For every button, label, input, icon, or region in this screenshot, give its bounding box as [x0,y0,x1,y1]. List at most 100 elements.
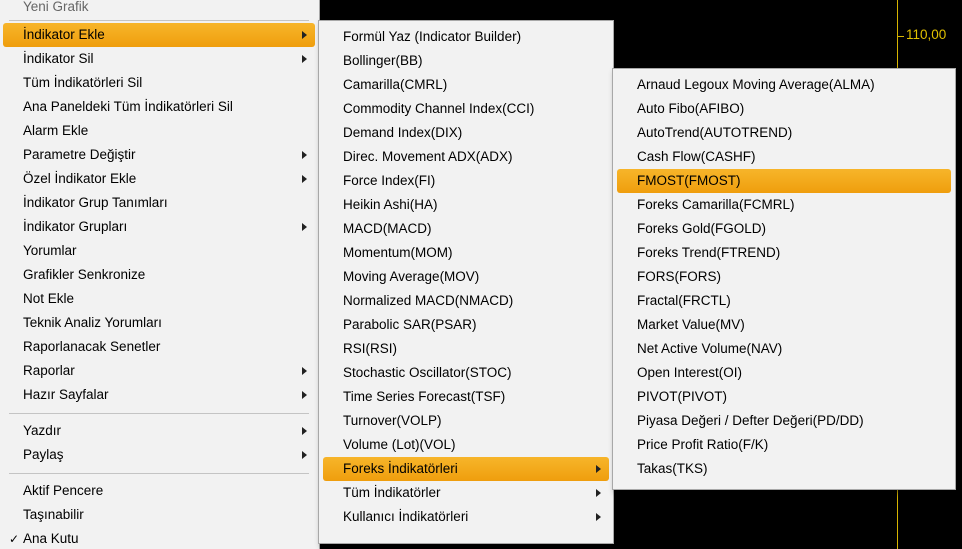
menu-item-foreks-camarilla[interactable]: Foreks Camarilla(FCMRL) [617,193,951,217]
menu-item-pd-dd[interactable]: Piyasa Değeri / Defter Değeri(PD/DD) [617,409,951,433]
menu-item-pivot[interactable]: PIVOT(PIVOT) [617,385,951,409]
menu-item-volume[interactable]: Volume (Lot)(VOL) [323,433,609,457]
menu-item-reports[interactable]: Raporlar [3,359,315,383]
menu-item-label: Force Index(FI) [343,173,436,188]
menu-item-label: Time Series Forecast(TSF) [343,389,506,404]
check-icon: ✓ [9,532,20,546]
menu-item-all-indicators[interactable]: Tüm İndikatörler [323,481,609,505]
foreks-indicators-submenu: Arnaud Legoux Moving Average(ALMA) Auto … [612,68,956,490]
menu-item-parabolic-sar[interactable]: Parabolic SAR(PSAR) [323,313,609,337]
menu-item-remove-main-panel-indicators[interactable]: Ana Paneldeki Tüm İndikatörleri Sil [3,95,315,119]
submenu-arrow-icon [302,223,307,231]
menu-item-fors[interactable]: FORS(FORS) [617,265,951,289]
menu-item-label: Stochastic Oscillator(STOC) [343,365,512,380]
menu-item-momentum[interactable]: Momentum(MOM) [323,241,609,265]
menu-item-camarilla[interactable]: Camarilla(CMRL) [323,73,609,97]
menu-item-technical-analysis-comments[interactable]: Teknik Analiz Yorumları [3,311,315,335]
menu-item-net-active-volume[interactable]: Net Active Volume(NAV) [617,337,951,361]
menu-item-takas[interactable]: Takas(TKS) [617,457,951,481]
menu-item-print[interactable]: Yazdır [3,419,315,443]
menu-item-foreks-indicators[interactable]: Foreks İndikatörleri [323,457,609,481]
menu-item-macd[interactable]: MACD(MACD) [323,217,609,241]
menu-item-label: Camarilla(CMRL) [343,77,448,92]
menu-item-label: Not Ekle [23,291,75,306]
menu-item-add-alarm[interactable]: Alarm Ekle [3,119,315,143]
menu-item-afibo[interactable]: Auto Fibo(AFIBO) [617,97,951,121]
menu-item-price-profit-ratio[interactable]: Price Profit Ratio(F/K) [617,433,951,457]
menu-item-cci[interactable]: Commodity Channel Index(CCI) [323,97,609,121]
menu-item-force-index[interactable]: Force Index(FI) [323,169,609,193]
menu-item-autotrend[interactable]: AutoTrend(AUTOTREND) [617,121,951,145]
menu-item-label: Normalized MACD(NMACD) [343,293,514,308]
menu-item-label: Auto Fibo(AFIBO) [637,101,745,116]
menu-item-main-box[interactable]: ✓ Ana Kutu [3,527,315,549]
submenu-arrow-icon [596,465,601,473]
menu-item-open-interest[interactable]: Open Interest(OI) [617,361,951,385]
menu-separator [9,473,309,474]
menu-item-label: Tüm İndikatörler [343,485,441,500]
menu-item-normalized-macd[interactable]: Normalized MACD(NMACD) [323,289,609,313]
menu-item-label: Demand Index(DIX) [343,125,463,140]
menu-item-turnover[interactable]: Turnover(VOLP) [323,409,609,433]
menu-item-formula-builder[interactable]: Formül Yaz (Indicator Builder) [323,25,609,49]
menu-item-label: Heikin Ashi(HA) [343,197,438,212]
menu-item-add-note[interactable]: Not Ekle [3,287,315,311]
menu-item-user-indicators[interactable]: Kullanıcı İndikatörleri [323,505,609,529]
menu-item-stochastic[interactable]: Stochastic Oscillator(STOC) [323,361,609,385]
menu-item-label: Foreks Gold(FGOLD) [637,221,767,236]
menu-item-ready-pages[interactable]: Hazır Sayfalar [3,383,315,407]
menu-item-demand-index[interactable]: Demand Index(DIX) [323,121,609,145]
menu-item-foreks-gold[interactable]: Foreks Gold(FGOLD) [617,217,951,241]
menu-item-heikin-ashi[interactable]: Heikin Ashi(HA) [323,193,609,217]
submenu-arrow-icon [302,55,307,63]
menu-item-label: Taşınabilir [23,507,84,522]
menu-item-add-custom-indicator[interactable]: Özel İndikator Ekle [3,167,315,191]
menu-item-market-value[interactable]: Market Value(MV) [617,313,951,337]
menu-item-sync-charts[interactable]: Grafikler Senkronize [3,263,315,287]
menu-item-change-parameters[interactable]: Parametre Değiştir [3,143,315,167]
context-menu: Yeni Grafik İndikator Ekle İndikator Sil… [0,0,320,549]
price-axis-label: 110,00 [906,27,947,42]
menu-item-add-indicator[interactable]: İndikator Ekle [3,23,315,47]
menu-item-label: Arnaud Legoux Moving Average(ALMA) [637,77,875,92]
menu-item-label: Bollinger(BB) [343,53,423,68]
menu-item-label: Market Value(MV) [637,317,745,332]
submenu-arrow-icon [302,391,307,399]
menu-item-label: Alarm Ekle [23,123,89,138]
menu-item-label: Foreks İndikatörleri [343,461,458,476]
menu-item-fractal[interactable]: Fractal(FRCTL) [617,289,951,313]
menu-item-label: Yeni Grafik [23,0,89,14]
menu-item-label: Direc. Movement ADX(ADX) [343,149,513,164]
menu-item-label: Paylaş [23,447,64,462]
menu-item-cash-flow[interactable]: Cash Flow(CASHF) [617,145,951,169]
menu-item-tsf[interactable]: Time Series Forecast(TSF) [323,385,609,409]
submenu-arrow-icon [302,427,307,435]
menu-item-label: Turnover(VOLP) [343,413,442,428]
menu-item-alma[interactable]: Arnaud Legoux Moving Average(ALMA) [617,73,951,97]
menu-item-portable[interactable]: Taşınabilir [3,503,315,527]
menu-item-bollinger[interactable]: Bollinger(BB) [323,49,609,73]
menu-item-remove-indicator[interactable]: İndikator Sil [3,47,315,71]
menu-item-active-window[interactable]: Aktif Pencere [3,479,315,503]
submenu-arrow-icon [302,451,307,459]
menu-item-fmost[interactable]: FMOST(FMOST) [617,169,951,193]
menu-item-foreks-trend[interactable]: Foreks Trend(FTREND) [617,241,951,265]
menu-item-indicator-group-definitions[interactable]: İndikator Grup Tanımları [3,191,315,215]
menu-item-new-chart[interactable]: Yeni Grafik [3,0,315,19]
menu-item-rsi[interactable]: RSI(RSI) [323,337,609,361]
menu-item-moving-average[interactable]: Moving Average(MOV) [323,265,609,289]
menu-item-label: Yazdır [23,423,62,438]
menu-item-adx[interactable]: Direc. Movement ADX(ADX) [323,145,609,169]
menu-item-label: MACD(MACD) [343,221,432,236]
menu-item-comments[interactable]: Yorumlar [3,239,315,263]
menu-item-indicator-groups[interactable]: İndikator Grupları [3,215,315,239]
menu-item-label: Raporlar [23,363,75,378]
menu-item-label: Price Profit Ratio(F/K) [637,437,769,452]
menu-item-reported-securities[interactable]: Raporlanacak Senetler [3,335,315,359]
menu-item-label: FMOST(FMOST) [637,173,741,188]
menu-item-remove-all-indicators[interactable]: Tüm İndikatörleri Sil [3,71,315,95]
menu-item-label: Aktif Pencere [23,483,104,498]
menu-item-label: İndikator Ekle [23,27,105,42]
menu-item-share[interactable]: Paylaş [3,443,315,467]
submenu-arrow-icon [302,367,307,375]
